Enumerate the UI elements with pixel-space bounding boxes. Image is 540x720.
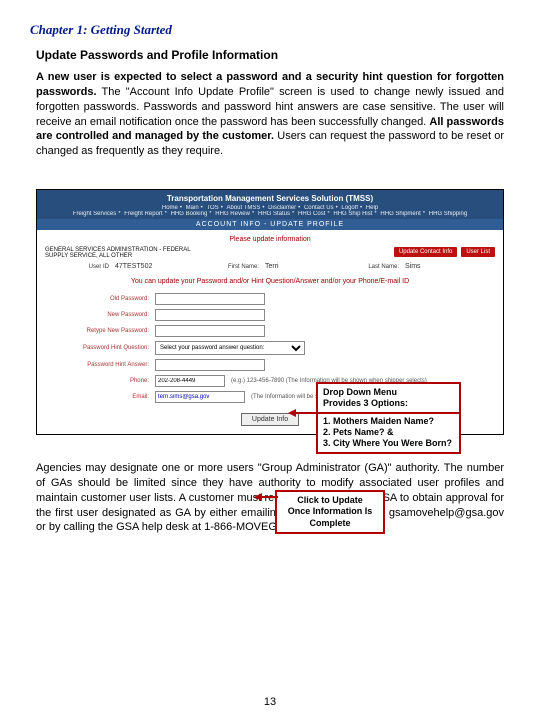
- callout2-line1: Click to Update: [282, 495, 378, 506]
- callout2-line3: Complete: [282, 518, 378, 529]
- screen-band: ACCOUNT INFO - UPDATE PROFILE: [37, 219, 503, 230]
- hint-answer-input[interactable]: [155, 359, 265, 371]
- userid-label: User ID: [45, 264, 115, 270]
- chapter-title: Chapter 1: Getting Started: [30, 22, 510, 38]
- email-input[interactable]: [155, 391, 245, 403]
- nav-link[interactable]: HHG Status: [258, 211, 290, 217]
- new-password-input[interactable]: [155, 309, 265, 321]
- dropdown-callout: Drop Down Menu Provides 3 Options: 1. Mo…: [316, 382, 461, 454]
- firstname-value: Terri: [265, 263, 345, 270]
- hint-answer-label: Password Hint Answer:: [45, 362, 155, 368]
- nav-link[interactable]: HHG Ship Hist: [333, 211, 372, 217]
- user-list-button[interactable]: User List: [461, 247, 495, 257]
- lower-paragraph: Agencies may designate one or more users…: [36, 461, 504, 535]
- new-password-label: New Password:: [45, 312, 155, 318]
- phone-label: Phone:: [45, 378, 155, 384]
- retype-password-label: Retype New Password:: [45, 328, 155, 334]
- nav-link[interactable]: HHG Booking: [171, 211, 208, 217]
- phone-input[interactable]: [155, 375, 225, 387]
- hint-question-select[interactable]: Select your password answer question:: [155, 341, 305, 355]
- agency-line-2: SUPPLY SERVICE, ALL OTHER: [45, 253, 191, 259]
- callout1-line4: 2. Pets Name? &: [323, 427, 454, 438]
- app-header: Transportation Management Services Solut…: [37, 190, 503, 219]
- nav-link[interactable]: Freight Services: [73, 211, 116, 217]
- nav-link[interactable]: HHG Review: [215, 211, 250, 217]
- old-password-label: Old Password:: [45, 296, 155, 302]
- firstname-label: First Name:: [205, 264, 265, 270]
- app-title: Transportation Management Services Solut…: [37, 194, 503, 203]
- retype-password-input[interactable]: [155, 325, 265, 337]
- update-callout: Click to Update Once Information Is Comp…: [275, 490, 385, 534]
- nav-link[interactable]: Freight Report: [124, 211, 162, 217]
- callout1-line3: 1. Mothers Maiden Name?: [323, 416, 454, 427]
- update-warning: You can update your Password and/or Hint…: [37, 272, 503, 291]
- callout1-line5: 3. City Where You Were Born?: [323, 438, 454, 449]
- please-text: Please update information: [37, 230, 503, 247]
- callout2-line2: Once Information Is: [282, 506, 378, 517]
- old-password-input[interactable]: [155, 293, 265, 305]
- userid-value: 47TEST502: [115, 263, 205, 270]
- section-title: Update Passwords and Profile Information: [36, 48, 510, 62]
- callout1-line2: Provides 3 Options:: [323, 398, 454, 409]
- update-contact-button[interactable]: Update Contact Info: [394, 247, 457, 257]
- email-label: Email:: [45, 394, 155, 400]
- callout1-line1: Drop Down Menu: [323, 387, 454, 398]
- update-info-button[interactable]: Update Info: [241, 413, 299, 426]
- nav-link[interactable]: HHG Shipping: [429, 211, 467, 217]
- nav-link[interactable]: HHG Shipment: [380, 211, 420, 217]
- nav-link[interactable]: HHG Cost: [298, 211, 325, 217]
- hint-question-label: Password Hint Question:: [45, 345, 155, 351]
- nav-row-2: Freight Services* Freight Report* HHG Bo…: [37, 211, 503, 217]
- lastname-label: Last Name:: [345, 264, 405, 270]
- lastname-value: Sims: [405, 263, 421, 270]
- page-number: 13: [0, 696, 540, 708]
- agency-block: GENERAL SERVICES ADMINISTRATION - FEDERA…: [45, 247, 191, 259]
- intro-paragraph: A new user is expected to select a passw…: [36, 70, 504, 159]
